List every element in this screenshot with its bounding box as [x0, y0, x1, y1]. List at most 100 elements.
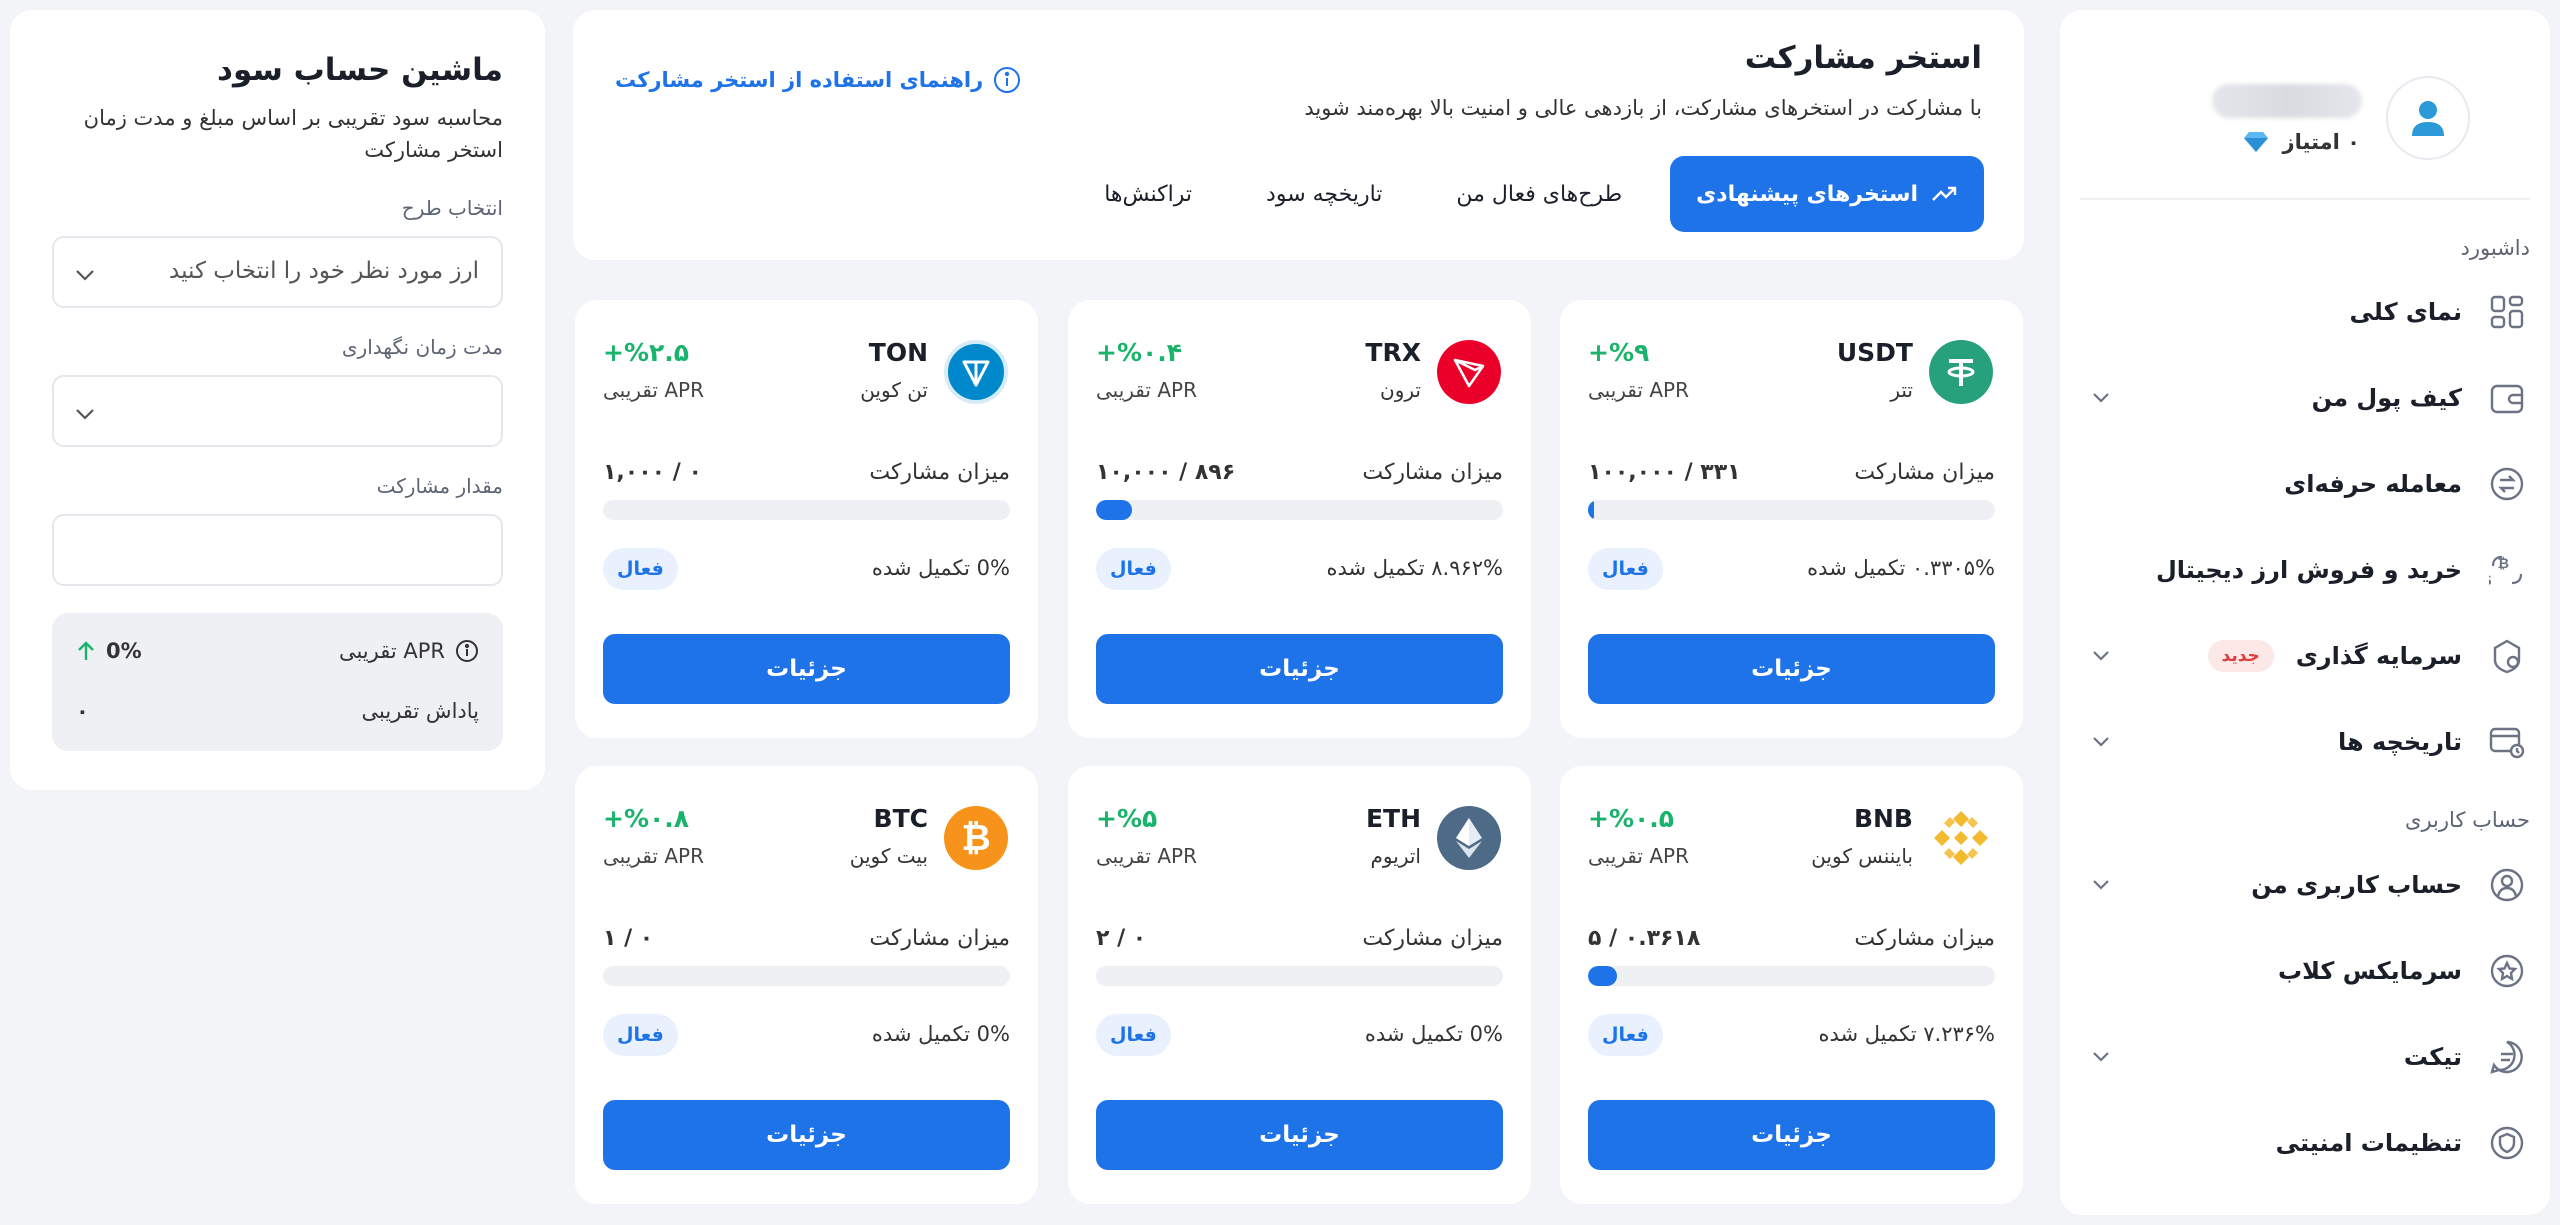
- profile-block: ۰ امتیاز: [2050, 70, 2470, 180]
- sidebar-item-investment[interactable]: سرمایه گذاری جدید: [2080, 626, 2530, 686]
- details-button[interactable]: جزئیات: [1096, 1100, 1503, 1170]
- plan-select[interactable]: ارز مورد نظر خود را انتخاب کنید: [52, 236, 503, 308]
- guide-link[interactable]: راهنمای استفاده از استخر مشارکت: [615, 66, 1021, 94]
- pool-card-btc: ₿ BTC بیت کوین +%۰.۸ APR تقریبی میزان مش…: [575, 766, 1038, 1204]
- arrow-up-icon: [78, 641, 94, 660]
- sidebar-item-buy-sell[interactable]: ₿ $ خرید و فروش ارز دیجیتال: [2080, 540, 2530, 600]
- guide-link-label: راهنمای استفاده از استخر مشارکت: [615, 68, 984, 92]
- star-club-icon: [2484, 948, 2530, 994]
- chevron-down-icon[interactable]: [2090, 1045, 2112, 1067]
- apr-value: +%۰.۵: [1588, 804, 1675, 833]
- ton-logo-icon: [944, 340, 1008, 404]
- tab-label: تراکنش‌ها: [1104, 181, 1193, 207]
- grid-icon: [2484, 289, 2530, 335]
- details-button[interactable]: جزئیات: [1588, 1100, 1995, 1170]
- sidebar-item-my-account[interactable]: حساب کاربری من: [2080, 855, 2530, 915]
- details-button[interactable]: جزئیات: [1096, 634, 1503, 704]
- tron-logo-icon: [1437, 340, 1501, 404]
- apr-row: APR تقریبی 0%: [76, 633, 479, 669]
- chevron-down-icon: [76, 270, 94, 281]
- sidebar-item-wallet[interactable]: کیف پول من: [2080, 368, 2530, 428]
- amount-input[interactable]: [52, 514, 503, 586]
- coin-name: تن کوین: [860, 378, 928, 402]
- chevron-down-icon[interactable]: [2090, 873, 2112, 895]
- pool-card-usdt: USDT تتر +%۹ APR تقریبی میزان مشارکت ۳۳۱…: [1560, 300, 2023, 738]
- participation-value: ۰ / ۱: [603, 926, 654, 951]
- duration-select[interactable]: [52, 375, 503, 447]
- tab-profit-history[interactable]: تاریخچه سود: [1240, 156, 1408, 232]
- calculator-summary: APR تقریبی 0% پاداش تقریبی ۰: [52, 613, 503, 751]
- bitcoin-logo-icon: ₿: [944, 806, 1008, 870]
- participation-value: ۰ / ۲: [1096, 926, 1147, 951]
- calculator-description: محاسبه سود تقریبی بر اساس مبلغ و مدت زما…: [83, 106, 503, 162]
- completion-text: 0% تکمیل شده: [871, 556, 1010, 580]
- completion-text: ۷.۲۳۶% تکمیل شده: [1818, 1022, 1995, 1046]
- wallet-icon: [2484, 375, 2530, 421]
- sidebar-item-ticket[interactable]: تیکت: [2080, 1027, 2530, 1087]
- points-label: ۰ امتیاز: [2282, 130, 2360, 154]
- info-icon: [994, 67, 1021, 93]
- bitcoin-glyph: ₿: [961, 818, 991, 859]
- profit-calculator: ماشین حساب سود محاسبه سود تقریبی بر اساس…: [10, 10, 545, 790]
- pool-card-eth: ETH اتریوم +%۵ APR تقریبی میزان مشارکت ۰…: [1068, 766, 1531, 1204]
- sidebar-item-pro-trade[interactable]: معامله حرفه‌ای: [2080, 454, 2530, 514]
- plan-label: انتخاب طرح: [401, 196, 503, 220]
- status-badge: فعال: [1096, 548, 1171, 590]
- pool-card-bnb: BNB بایننس کوین +%۰.۵ APR تقریبی میزان م…: [1560, 766, 2023, 1204]
- usdt-logo-icon: [1929, 340, 1993, 404]
- avatar[interactable]: [2386, 76, 2470, 160]
- coin-symbol: ETH: [1365, 804, 1421, 833]
- apr-label: APR تقریبی: [338, 639, 445, 663]
- sidebar-item-label: سرمایه گذاری: [2295, 642, 2462, 670]
- participation-value: ۰.۳۶۱۸ / ۵: [1588, 926, 1701, 951]
- page-subtitle: با مشارکت در استخرهای مشارکت، از بازدهی …: [1304, 96, 1982, 120]
- user-icon: [2484, 862, 2530, 908]
- info-icon[interactable]: [455, 639, 479, 663]
- crypto-swap-icon: ₿ $: [2484, 547, 2530, 593]
- chevron-down-icon[interactable]: [2090, 644, 2112, 666]
- tab-my-active-plans[interactable]: طرح‌های فعال من: [1430, 156, 1648, 232]
- progress-bar: [1096, 966, 1503, 986]
- participation-value: ۳۳۱ / ۱۰۰,۰۰۰: [1588, 460, 1741, 485]
- user-icon: [2412, 101, 2444, 136]
- participation-label: میزان مشارکت: [1854, 926, 1995, 951]
- tab-suggested-pools[interactable]: استخرهای پیشنهادی: [1670, 156, 1984, 232]
- participation-label: میزان مشارکت: [1854, 460, 1995, 485]
- completion-text: ۰.۳۳۰۵% تکمیل شده: [1807, 556, 1995, 580]
- details-button[interactable]: جزئیات: [603, 634, 1010, 704]
- sidebar-item-club[interactable]: سرمایکس کلاب: [2080, 941, 2530, 1001]
- sidebar-item-label: کیف پول من: [2311, 384, 2462, 412]
- coin-name: ترون: [1380, 378, 1421, 402]
- coin-symbol: BNB: [1853, 804, 1913, 833]
- coin-name: بیت کوین: [849, 844, 928, 868]
- page-title: استخر مشارکت: [1744, 40, 1982, 76]
- sidebar-item-label: سرمایکس کلاب: [2278, 957, 2462, 985]
- tab-transactions[interactable]: تراکنش‌ها: [1078, 156, 1218, 232]
- trending-up-icon: [1932, 186, 1957, 201]
- apr-value: +%۵: [1096, 804, 1158, 833]
- sidebar: ۰ امتیاز داشبورد نمای کلی کیف پول من معا…: [2060, 10, 2550, 1215]
- shield-icon: [2484, 1120, 2530, 1166]
- chevron-down-icon[interactable]: [2090, 386, 2112, 408]
- sidebar-item-overview[interactable]: نمای کلی: [2080, 282, 2530, 342]
- sidebar-item-label: تاریخچه ها: [2337, 728, 2462, 756]
- participation-label: میزان مشارکت: [1362, 460, 1503, 485]
- progress-fill: [1588, 966, 1618, 986]
- details-button[interactable]: جزئیات: [603, 1100, 1010, 1170]
- sidebar-item-history[interactable]: تاریخچه ها: [2080, 712, 2530, 772]
- participation-label: میزان مشارکت: [869, 460, 1010, 485]
- details-button[interactable]: جزئیات: [1588, 634, 1995, 704]
- completion-text: 0% تکمیل شده: [871, 1022, 1010, 1046]
- apr-label: APR تقریبی: [1588, 378, 1689, 402]
- history-icon: [2484, 719, 2530, 765]
- chevron-down-icon[interactable]: [2090, 730, 2112, 752]
- username-blurred: [2212, 84, 2362, 118]
- calculator-title: ماشین حساب سود: [217, 52, 503, 88]
- sidebar-item-security[interactable]: تنظیمات امنیتی: [2080, 1113, 2530, 1173]
- apr-value: +%۹: [1588, 338, 1650, 367]
- status-badge: فعال: [1588, 1014, 1663, 1056]
- coin-symbol: TRX: [1365, 338, 1421, 367]
- divider: [2080, 198, 2530, 200]
- participation-label: میزان مشارکت: [869, 926, 1010, 951]
- completion-text: ۸.۹۶۲% تکمیل شده: [1326, 556, 1503, 580]
